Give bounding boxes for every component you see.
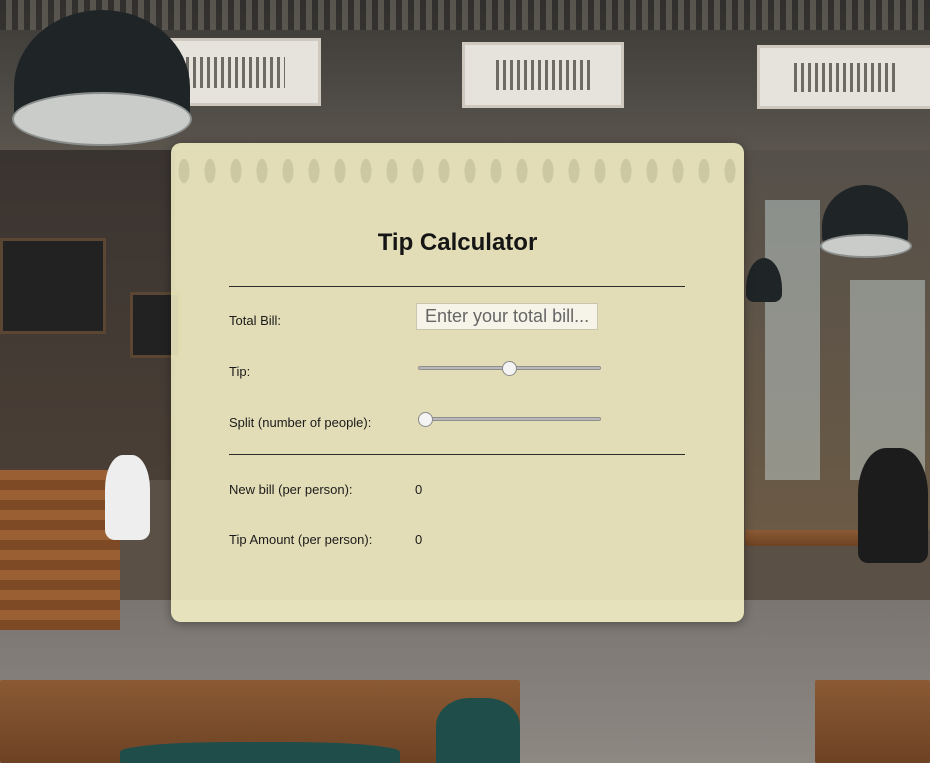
wooden-counter bbox=[0, 470, 120, 630]
tip-amount-label: Tip Amount (per person): bbox=[229, 532, 373, 547]
cushion bbox=[436, 698, 520, 763]
decorative-pattern bbox=[171, 143, 744, 198]
table bbox=[815, 680, 930, 763]
total-bill-label: Total Bill: bbox=[229, 313, 282, 328]
window bbox=[765, 200, 820, 480]
pendant-lamp-rim bbox=[820, 234, 912, 258]
split-slider[interactable] bbox=[418, 412, 601, 427]
divider bbox=[229, 454, 685, 455]
tip-slider[interactable] bbox=[418, 361, 601, 376]
pendant-lamp-rim bbox=[12, 92, 192, 146]
page-title: Tip Calculator bbox=[377, 229, 538, 256]
new-bill-value: 0 bbox=[415, 482, 423, 497]
total-bill-input[interactable] bbox=[416, 303, 598, 330]
divider bbox=[229, 286, 685, 287]
split-slider-track bbox=[418, 417, 601, 421]
tip-slider-thumb[interactable] bbox=[502, 361, 517, 376]
tip-amount-value: 0 bbox=[415, 532, 423, 547]
split-label: Split (number of people): bbox=[229, 415, 372, 430]
tip-calculator-card: Tip Calculator Total Bill: Tip: Split (n… bbox=[171, 143, 744, 622]
chalkboard-menu bbox=[0, 238, 106, 334]
air-vent bbox=[757, 45, 930, 109]
cushion bbox=[120, 742, 400, 763]
air-vent bbox=[462, 42, 624, 108]
person bbox=[105, 455, 150, 540]
person bbox=[858, 448, 928, 563]
tip-label: Tip: bbox=[229, 364, 251, 379]
new-bill-label: New bill (per person): bbox=[229, 482, 353, 497]
split-slider-thumb[interactable] bbox=[418, 412, 433, 427]
